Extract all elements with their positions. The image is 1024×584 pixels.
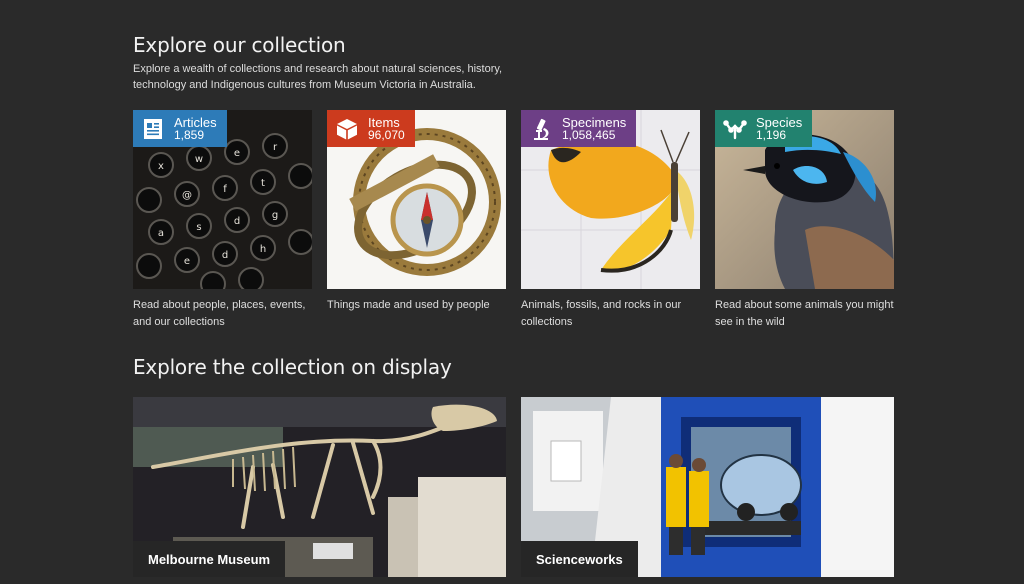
svg-text:d: d bbox=[234, 216, 240, 227]
specimens-description: Animals, fossils, and rocks in our colle… bbox=[521, 299, 682, 328]
articles-badge: Articles 1,859 bbox=[133, 110, 227, 147]
collection-cards: xwer @ f t asdg edh Articles 1,859 Read … bbox=[133, 110, 894, 330]
collection-heading: Explore our collection bbox=[133, 33, 346, 57]
species-badge: Species 1,196 bbox=[715, 110, 813, 147]
svg-text:h: h bbox=[260, 244, 266, 255]
articles-label: Articles bbox=[174, 114, 217, 130]
items-count: 96,070 bbox=[368, 127, 405, 142]
articles-description: Read about people, places, events, and o… bbox=[133, 299, 306, 328]
items-description: Things made and used by people bbox=[327, 299, 490, 311]
species-label: Species bbox=[756, 114, 803, 130]
svg-text:t: t bbox=[261, 178, 265, 189]
melbourne-museum-label: Melbourne Museum bbox=[133, 541, 286, 577]
items-label: Items bbox=[368, 114, 400, 130]
svg-text:g: g bbox=[272, 210, 278, 221]
card-species[interactable]: Species 1,196 Read about some animals yo… bbox=[715, 110, 894, 331]
display-heading: Explore the collection on display bbox=[133, 355, 452, 379]
specimens-label: Specimens bbox=[562, 114, 627, 130]
species-tree-icon bbox=[723, 117, 747, 141]
document-icon bbox=[141, 117, 165, 141]
svg-text:e: e bbox=[234, 148, 240, 159]
species-thumbnail[interactable]: Species 1,196 bbox=[715, 110, 894, 289]
svg-text:d: d bbox=[222, 250, 228, 261]
svg-text:x: x bbox=[158, 161, 164, 172]
species-description: Read about some animals you might see in… bbox=[715, 299, 894, 328]
venue-cards: Melbourne Museum Scienceworks bbox=[133, 397, 894, 577]
specimens-count: 1,058,465 bbox=[562, 127, 616, 142]
species-count: 1,196 bbox=[756, 127, 787, 142]
articles-count: 1,859 bbox=[174, 127, 205, 142]
microscope-icon bbox=[529, 117, 553, 141]
specimens-badge: Specimens 1,058,465 bbox=[521, 110, 637, 147]
svg-text:f: f bbox=[223, 184, 227, 195]
card-articles[interactable]: xwer @ f t asdg edh Articles 1,859 Read … bbox=[133, 110, 312, 331]
articles-thumbnail[interactable]: xwer @ f t asdg edh Articles 1,859 bbox=[133, 110, 312, 289]
card-specimens[interactable]: Specimens 1,058,465 Animals, fossils, an… bbox=[521, 110, 700, 331]
items-badge: Items 96,070 bbox=[327, 110, 415, 147]
venue-scienceworks[interactable]: Scienceworks bbox=[521, 397, 894, 577]
items-thumbnail[interactable]: Items 96,070 bbox=[327, 110, 506, 289]
box-icon bbox=[335, 117, 359, 141]
svg-text:a: a bbox=[158, 228, 164, 239]
svg-text:s: s bbox=[196, 222, 201, 233]
collection-intro: Explore a wealth of collections and rese… bbox=[133, 63, 503, 91]
scienceworks-label: Scienceworks bbox=[521, 541, 638, 577]
svg-text:e: e bbox=[184, 256, 190, 267]
svg-text:w: w bbox=[195, 154, 203, 165]
venue-melbourne-museum[interactable]: Melbourne Museum bbox=[133, 397, 506, 577]
specimens-thumbnail[interactable]: Specimens 1,058,465 bbox=[521, 110, 700, 289]
card-items[interactable]: Items 96,070 Things made and used by peo… bbox=[327, 110, 506, 314]
svg-text:@: @ bbox=[182, 190, 192, 201]
